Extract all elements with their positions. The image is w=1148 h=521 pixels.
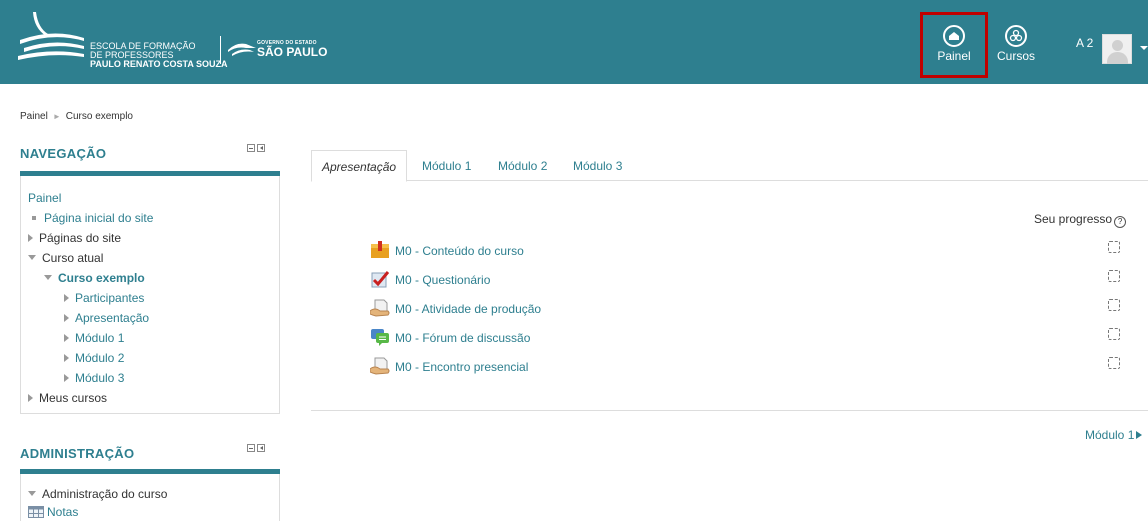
tab-modulo-1[interactable]: Módulo 1 xyxy=(422,150,471,181)
nav-item-participants[interactable]: Participantes xyxy=(28,288,153,308)
breadcrumb: Painel ► Curso exemplo xyxy=(20,111,133,122)
school-logo-swoosh-icon xyxy=(18,12,84,60)
logo-line-3: PAULO RENATO COSTA SOUZA xyxy=(90,59,228,69)
bullet-icon xyxy=(32,215,36,220)
nav-participants-label: Participantes xyxy=(75,291,145,305)
cursos-button[interactable]: Cursos xyxy=(988,12,1044,78)
activity-label: M0 - Atividade de produção xyxy=(395,302,542,316)
avatar-head xyxy=(1112,40,1123,51)
expand-icon xyxy=(64,314,69,322)
home-icon xyxy=(943,25,965,47)
nav-item-intro[interactable]: Apresentação xyxy=(28,308,153,328)
nav-painel[interactable]: Painel xyxy=(28,188,153,208)
navigation-block-controls xyxy=(247,141,267,155)
progress-label: Seu progresso? xyxy=(1034,212,1127,228)
breadcrumb-curso-exemplo[interactable]: Curso exemplo xyxy=(66,111,133,122)
avatar-body xyxy=(1107,52,1128,64)
navigation-tree: Painel Página inicial do site Páginas do… xyxy=(28,188,153,408)
completion-checkbox[interactable] xyxy=(1108,299,1120,311)
tab-apresentacao[interactable]: Apresentação xyxy=(311,150,408,182)
completion-checkbox[interactable] xyxy=(1108,270,1120,282)
assignment-icon xyxy=(370,357,390,375)
book-icon xyxy=(371,241,389,258)
admin-item-course-admin[interactable]: Administração do curso xyxy=(28,484,167,504)
gov-big-text: SÃO PAULO xyxy=(257,45,328,59)
tab-modulo-3[interactable]: Módulo 3 xyxy=(573,150,622,181)
next-section-label: Módulo 1 xyxy=(1085,428,1135,442)
course-tabs: Apresentação Módulo 1 Módulo 2 Módulo 3 xyxy=(311,150,1148,182)
minimize-icon[interactable] xyxy=(247,444,255,452)
nav-current-course-label: Curso atual xyxy=(42,251,104,265)
dock-icon[interactable] xyxy=(257,444,265,452)
help-icon[interactable]: ? xyxy=(1114,216,1127,228)
nav-item-mod3[interactable]: Módulo 3 xyxy=(28,368,153,388)
admin-item-grades[interactable]: Notas xyxy=(28,504,167,520)
administration-tree: Administração do curso Notas xyxy=(28,484,167,520)
header-bar: ESCOLA DE FORMAÇÃO DE PROFESSORES PAULO … xyxy=(0,0,1148,84)
nav-course-label: Curso exemplo xyxy=(58,271,145,285)
expand-icon xyxy=(64,294,69,302)
nav-home-label: Página inicial do site xyxy=(44,211,154,225)
nav-item-course[interactable]: Curso exemplo xyxy=(28,268,153,288)
nav-item-site-pages[interactable]: Páginas do site xyxy=(28,228,153,248)
grades-table-icon xyxy=(28,506,44,518)
activity-label: M0 - Questionário xyxy=(395,273,491,287)
nav-item-mod1[interactable]: Módulo 1 xyxy=(28,328,153,348)
tab-modulo-2[interactable]: Módulo 2 xyxy=(498,150,547,181)
admin-course-admin-label: Administração do curso xyxy=(42,487,168,501)
activity-label: M0 - Conteúdo do curso xyxy=(395,244,524,258)
expand-icon xyxy=(64,354,69,362)
completion-checkbox[interactable] xyxy=(1108,241,1120,253)
nav-item-home[interactable]: Página inicial do site xyxy=(28,208,153,228)
completion-checkbox[interactable] xyxy=(1108,328,1120,340)
activity-label: M0 - Fórum de discussão xyxy=(395,331,531,345)
next-section-link[interactable]: Módulo 1 xyxy=(1085,428,1143,442)
school-logo-text: ESCOLA DE FORMAÇÃO DE PROFESSORES PAULO … xyxy=(90,42,228,69)
activity-label: M0 - Encontro presencial xyxy=(395,360,529,374)
collapse-icon xyxy=(28,255,36,260)
expand-icon xyxy=(64,374,69,382)
logo-divider xyxy=(220,36,221,64)
nav-site-pages-label: Páginas do site xyxy=(39,231,122,245)
painel-button[interactable]: Painel xyxy=(920,12,988,78)
school-logo[interactable]: ESCOLA DE FORMAÇÃO DE PROFESSORES PAULO … xyxy=(18,10,228,74)
nav-mod2-label: Módulo 2 xyxy=(75,351,125,365)
flag-icon xyxy=(228,43,256,56)
nav-mod1-label: Módulo 1 xyxy=(75,331,125,345)
navigation-block-title: NAVEGAÇÃO xyxy=(20,146,107,161)
cursos-label: Cursos xyxy=(996,49,1035,63)
breadcrumb-separator-icon: ► xyxy=(52,112,61,121)
minimize-icon[interactable] xyxy=(247,144,255,152)
breadcrumb-painel[interactable]: Painel xyxy=(20,111,48,122)
nav-mod3-label: Módulo 3 xyxy=(75,371,125,385)
admin-grades-label: Notas xyxy=(47,505,79,519)
collapse-icon xyxy=(28,491,36,496)
nav-my-courses-label: Meus cursos xyxy=(39,391,108,405)
forum-icon xyxy=(371,329,389,346)
dock-icon[interactable] xyxy=(257,144,265,152)
section-divider xyxy=(311,410,1148,411)
progress-label-text: Seu progresso xyxy=(1034,212,1113,226)
nav-item-mod2[interactable]: Módulo 2 xyxy=(28,348,153,368)
user-menu-caret-icon[interactable] xyxy=(1140,46,1148,50)
expand-icon xyxy=(28,234,33,242)
quiz-icon xyxy=(371,271,390,288)
courses-icon xyxy=(1005,25,1027,47)
user-initials[interactable]: A 2 xyxy=(1076,36,1093,50)
administration-block-title: ADMINISTRAÇÃO xyxy=(20,446,135,461)
avatar[interactable] xyxy=(1102,34,1132,64)
expand-icon xyxy=(28,394,33,402)
painel-label: Painel xyxy=(937,49,971,63)
assignment-icon xyxy=(370,299,390,317)
administration-block-controls xyxy=(247,441,267,455)
collapse-icon xyxy=(44,275,52,280)
expand-icon xyxy=(64,334,69,342)
nav-intro-label: Apresentação xyxy=(75,311,150,325)
nav-item-my-courses[interactable]: Meus cursos xyxy=(28,388,153,408)
completion-checkbox[interactable] xyxy=(1108,357,1120,369)
nav-item-current-course[interactable]: Curso atual xyxy=(28,248,153,268)
next-arrow-icon xyxy=(1136,431,1143,439)
